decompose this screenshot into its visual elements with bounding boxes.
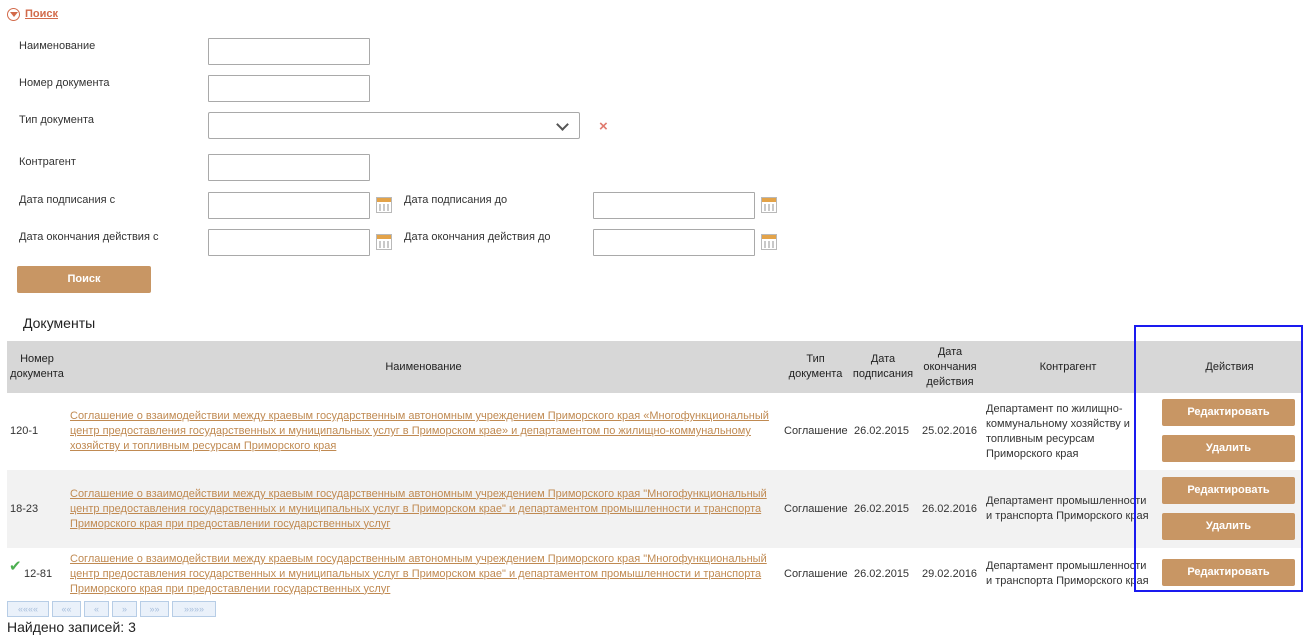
doc-name-cell: Соглашение о взаимодействии между краевы… — [70, 393, 778, 470]
doc-name-link[interactable]: Соглашение о взаимодействии между краевы… — [70, 487, 778, 532]
contractor-label: Контрагент — [19, 156, 76, 168]
number-input[interactable] — [208, 75, 370, 102]
end-date: 25.02.2016 — [922, 425, 978, 437]
doc-type: Соглашение — [784, 425, 848, 437]
end-to-label: Дата окончания действия до — [404, 231, 551, 243]
name-input[interactable] — [208, 38, 370, 65]
sign-date: 26.02.2015 — [854, 567, 910, 580]
sign-date: 26.02.2015 — [854, 502, 910, 515]
doc-number: 12-81 — [24, 567, 53, 580]
documents-title: Документы — [23, 315, 96, 331]
doc-type: Соглашение — [784, 567, 848, 580]
header-end-date: Дата окончания действия — [923, 345, 977, 388]
collapse-icon[interactable] — [7, 8, 20, 21]
end-to-input[interactable] — [593, 229, 755, 256]
contractor: Департамент по жилищно-коммунальному хоз… — [986, 402, 1130, 460]
doc-number: 18-23 — [10, 502, 39, 515]
header-name: Наименование — [385, 360, 462, 373]
pager-first-button[interactable]: «««« — [7, 601, 49, 617]
end-date: 29.02.2016 — [922, 567, 978, 580]
pager-prev-button[interactable]: « — [84, 601, 109, 617]
type-select[interactable] — [208, 112, 580, 139]
sign-from-input[interactable] — [208, 192, 370, 219]
header-number: Номер документа — [10, 353, 64, 380]
calendar-icon[interactable] — [376, 234, 392, 250]
calendar-icon[interactable] — [761, 197, 777, 213]
header-type: Тип документа — [788, 353, 843, 380]
end-from-input[interactable] — [208, 229, 370, 256]
pager-last-button[interactable]: »»»» — [172, 601, 216, 617]
calendar-icon[interactable] — [376, 197, 392, 213]
doc-name-cell: Соглашение о взаимодействии между краевы… — [70, 548, 778, 600]
doc-type: Соглашение — [784, 502, 848, 515]
sign-to-input[interactable] — [593, 192, 755, 219]
contractor-input[interactable] — [208, 154, 370, 181]
doc-number: 120-1 — [10, 425, 39, 437]
contractor: Департамент промышленности и транспорта … — [986, 560, 1149, 587]
sign-date: 26.02.2015 — [854, 425, 910, 437]
chevron-down-icon — [556, 118, 569, 131]
header-contractor: Контрагент — [1039, 360, 1097, 373]
doc-name-link[interactable]: Соглашение о взаимодействии между краевы… — [70, 552, 778, 597]
pager-prev-page-button[interactable]: «« — [52, 601, 81, 617]
doc-name-link[interactable]: Соглашение о взаимодействии между краевы… — [70, 409, 778, 454]
actions-highlight-frame — [1134, 325, 1303, 592]
doc-name-cell: Соглашение о взаимодействии между краевы… — [70, 470, 778, 548]
end-from-label: Дата окончания действия с — [19, 231, 159, 243]
checkmark-icon: ✔ — [9, 557, 22, 575]
name-label: Наименование — [19, 40, 96, 52]
records-found: Найдено записей: 3 — [7, 619, 136, 635]
type-label: Тип документа — [19, 114, 95, 126]
sign-from-label: Дата подписания с — [19, 194, 116, 206]
search-toggle-link[interactable]: Поиск — [25, 8, 58, 20]
end-date: 26.02.2016 — [922, 502, 978, 515]
pager-next-page-button[interactable]: »» — [140, 601, 169, 617]
sign-to-label: Дата подписания до — [404, 194, 508, 206]
contractor: Департамент промышленности и транспорта … — [986, 495, 1149, 522]
calendar-icon[interactable] — [761, 234, 777, 250]
search-button[interactable]: Поиск — [17, 266, 151, 293]
number-label: Номер документа — [19, 77, 110, 89]
clear-icon[interactable]: × — [599, 118, 608, 135]
pager-next-button[interactable]: » — [112, 601, 137, 617]
header-sign-date: Дата подписания — [852, 353, 914, 380]
